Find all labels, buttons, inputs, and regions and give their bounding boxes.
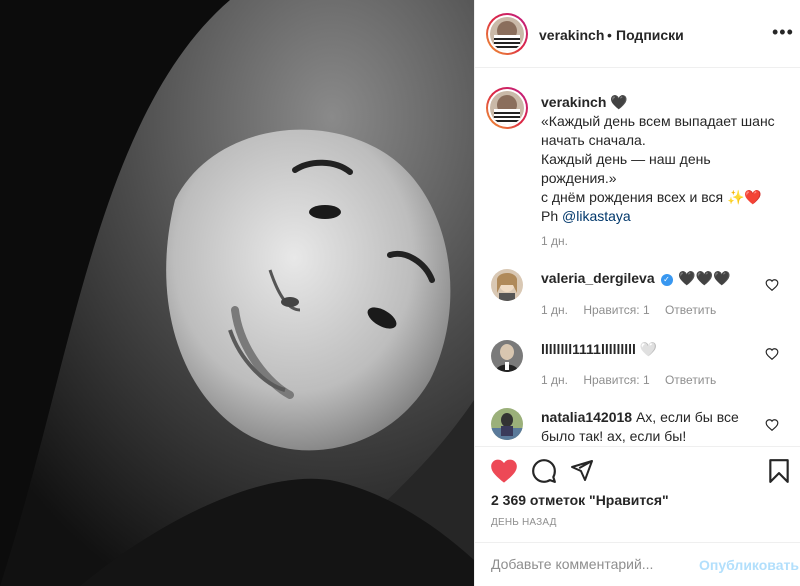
reply-button[interactable]: Ответить: [665, 373, 716, 387]
comment-like-heart-icon[interactable]: [765, 278, 779, 292]
comment-time[interactable]: 1 дн.: [541, 373, 568, 387]
post-panel: verakinch • Подписки ••• verakinch 🖤 «Ка…: [474, 0, 800, 586]
caption-line: начать сначала.: [541, 132, 646, 148]
comment-username[interactable]: llllllll1111lllllllll: [541, 341, 636, 357]
comment-body: 🖤🖤🖤: [678, 270, 731, 286]
separator-dot: •: [607, 27, 612, 43]
author-username[interactable]: verakinch: [539, 27, 604, 43]
comment-icon[interactable]: [531, 458, 557, 484]
comment-likes[interactable]: Нравится: 1: [583, 373, 649, 387]
caption-username[interactable]: verakinch: [541, 94, 606, 110]
more-options-icon[interactable]: •••: [772, 22, 794, 43]
post-photo[interactable]: [0, 0, 474, 586]
caption-line: Каждый день — наш день: [541, 151, 711, 167]
caption-text: verakinch 🖤 «Каждый день всем выпадает ш…: [541, 93, 791, 226]
author-avatar-ring[interactable]: [486, 13, 528, 55]
caption-timestamp[interactable]: 1 дн.: [541, 234, 568, 248]
photo-credit-prefix: Ph: [541, 208, 563, 224]
post-date[interactable]: День назад: [491, 517, 557, 528]
add-comment-input[interactable]: [491, 556, 691, 572]
comment-text: llllllll1111lllllllll 🤍: [541, 340, 771, 359]
commenter-avatar[interactable]: [491, 408, 523, 440]
comment-text: valeria_dergileva ✓ 🖤🖤🖤: [541, 269, 771, 288]
comment-username[interactable]: valeria_dergileva: [541, 270, 655, 286]
caption-avatar: [490, 91, 524, 125]
comment-username[interactable]: natalia142018: [541, 409, 632, 425]
like-heart-filled-icon[interactable]: [490, 458, 518, 484]
commenter-avatar[interactable]: [491, 340, 523, 372]
reply-button[interactable]: Ответить: [665, 303, 716, 317]
portrait-image: [0, 0, 474, 586]
verified-badge-icon: ✓: [660, 274, 673, 286]
publish-comment-button[interactable]: Опубликовать: [699, 557, 799, 573]
caption-heart-emoji: 🖤: [610, 94, 628, 110]
commenter-avatar[interactable]: [491, 269, 523, 301]
caption-line: рождения.»: [541, 170, 617, 186]
add-comment-bar: Опубликовать: [475, 542, 800, 586]
comment-likes[interactable]: Нравится: 1: [583, 303, 649, 317]
following-button[interactable]: Подписки: [616, 27, 684, 43]
share-icon[interactable]: [570, 458, 594, 482]
likes-count[interactable]: 2 369 отметок "Нравится": [491, 492, 669, 508]
post-header: verakinch • Подписки •••: [475, 0, 800, 68]
comment-like-heart-icon[interactable]: [765, 418, 779, 432]
comment-meta: 1 дн. Нравится: 1 Ответить: [541, 373, 728, 387]
photographer-mention-link[interactable]: @likastaya: [562, 208, 631, 224]
comment-like-heart-icon[interactable]: [765, 347, 779, 361]
save-bookmark-icon[interactable]: [768, 458, 790, 484]
comment-text: natalia142018 Ах, если бы все было так! …: [541, 408, 771, 446]
comment-body: 🤍: [639, 341, 658, 357]
caption-line: с днём рождения всех и вся ✨❤️: [541, 189, 762, 205]
comment-time[interactable]: 1 дн.: [541, 303, 568, 317]
post-actions: 2 369 отметок "Нравится" День назад Опуб…: [475, 446, 800, 586]
caption-avatar-ring[interactable]: [486, 87, 528, 129]
comment-meta: 1 дн. Нравится: 1 Ответить: [541, 303, 728, 317]
author-avatar: [490, 17, 524, 51]
caption-line: «Каждый день всем выпадает шанс: [541, 113, 775, 129]
